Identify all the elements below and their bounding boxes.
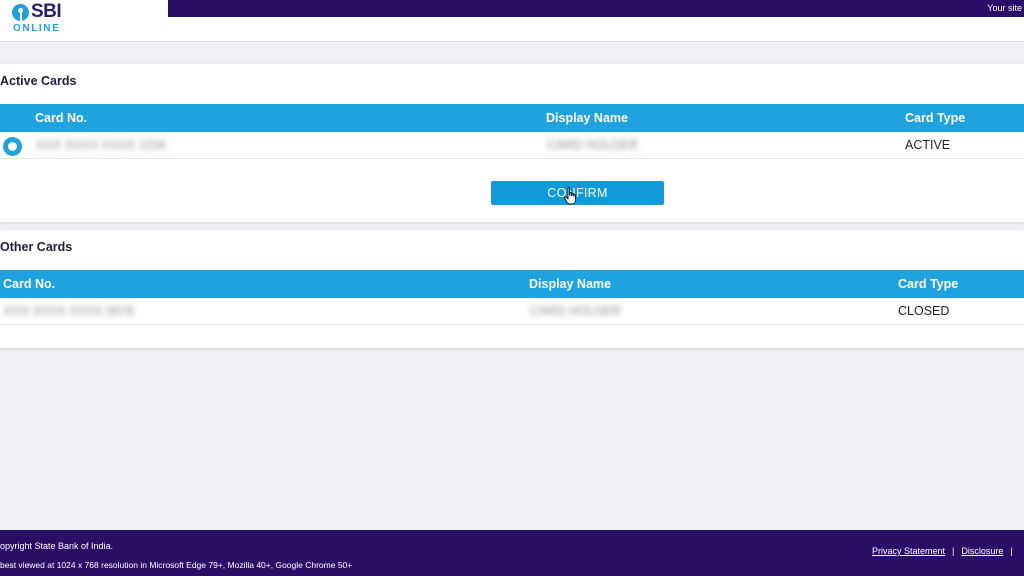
footer-separator: |	[952, 546, 955, 556]
column-header-display-name: Display Name	[546, 111, 628, 125]
active-cards-table-header: Card No. Display Name Card Type	[0, 104, 1024, 132]
table-row[interactable]: XXX XXXX XXXX 1234 CARD HOLDER ACTIVE	[0, 132, 1024, 159]
column-header-card-type: Card Type	[898, 277, 959, 291]
footer-best-viewed: best viewed at 1024 x 768 resolution in …	[0, 560, 353, 570]
column-header-display-name: Display Name	[529, 277, 611, 291]
topbar-text: Your site	[987, 3, 1022, 13]
card-type-cell: ACTIVE	[905, 138, 951, 152]
display-name-cell: CARD HOLDER	[530, 304, 621, 318]
column-header-card-no: Card No.	[35, 111, 88, 125]
card-number-cell: XXX XXXX XXXX 1234	[36, 138, 166, 152]
card-number-cell: XXX XXXX XXXX 5678	[4, 304, 134, 318]
footer-separator: |	[1010, 546, 1013, 556]
top-bar: Your site	[168, 0, 1024, 17]
display-name-cell: CARD HOLDER	[547, 138, 638, 152]
footer-copyright: opyright State Bank of India.	[0, 541, 114, 551]
confirm-button[interactable]: CONFIRM	[491, 181, 664, 205]
privacy-statement-link[interactable]: Privacy Statement	[872, 546, 945, 556]
column-header-card-no: Card No.	[3, 277, 56, 291]
sbi-logo[interactable]: SBI ONLINE	[12, 1, 72, 38]
site-header: SBI ONLINE Your site	[0, 0, 1024, 42]
radio-selected-icon[interactable]	[3, 137, 22, 156]
column-header-card-type: Card Type	[905, 111, 966, 125]
logo-sbi-text: SBI	[31, 1, 62, 22]
table-row: XXX XXXX XXXX 5678 CARD HOLDER CLOSED	[0, 298, 1024, 325]
active-cards-panel: Active Cards Card No. Display Name Card …	[0, 64, 1024, 222]
other-cards-title: Other Cards	[0, 240, 73, 254]
site-footer: opyright State Bank of India. best viewe…	[0, 530, 1024, 576]
disclosure-link[interactable]: Disclosure	[961, 546, 1003, 556]
active-cards-title: Active Cards	[0, 74, 77, 88]
other-cards-panel: Other Cards Card No. Display Name Card T…	[0, 230, 1024, 348]
card-type-cell: CLOSED	[898, 304, 950, 318]
logo-online-text: ONLINE	[13, 23, 61, 34]
hand-cursor-icon	[564, 187, 576, 205]
other-cards-table-header: Card No. Display Name Card Type	[0, 270, 1024, 298]
footer-links: Privacy Statement | Disclosure |	[872, 546, 1020, 556]
sbi-logo-icon	[12, 3, 29, 21]
